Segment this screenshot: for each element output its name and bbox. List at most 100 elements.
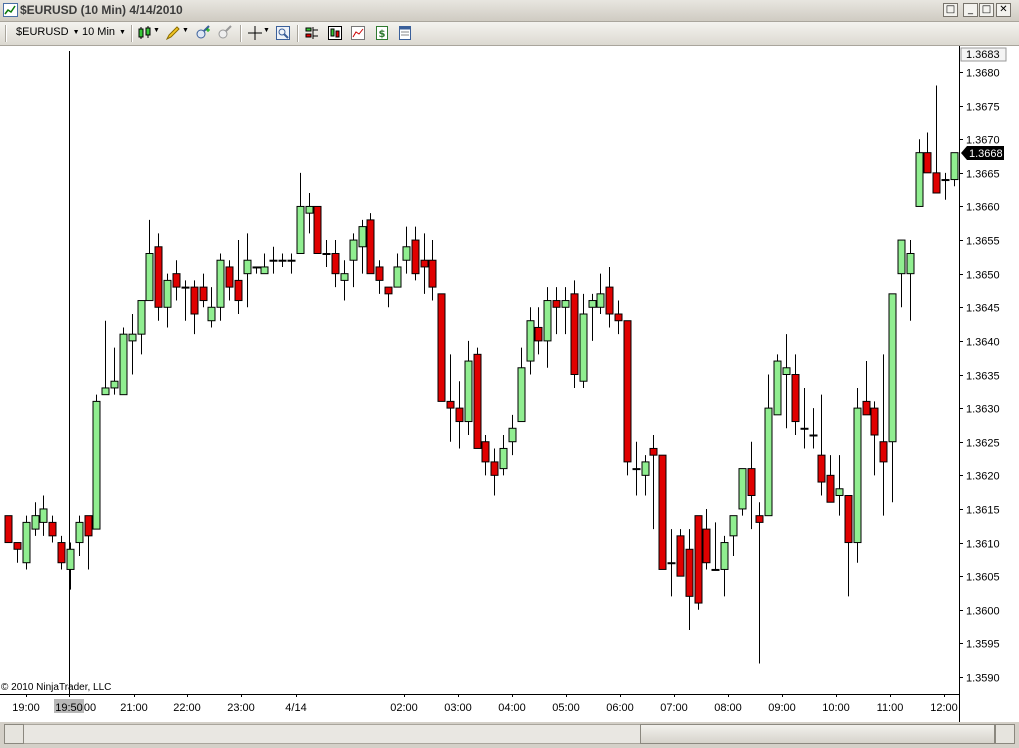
candle-body-down [879,441,888,463]
candle-body-down [48,521,57,537]
toolbar-grip [5,25,7,42]
candle-body-up [145,253,154,302]
restore-button[interactable]: □ [979,3,994,17]
candlestick-style-icon[interactable] [137,25,153,41]
candle-body-down [791,374,800,423]
close-button[interactable]: ✕ [996,3,1011,17]
candle-body-up [782,367,791,375]
strategies-icon[interactable] [327,25,343,41]
time-tick-label: 03:00 [444,702,472,714]
candle-body-down [870,407,879,436]
chevron-down-icon[interactable]: ▼ [182,27,189,34]
candle [366,213,375,275]
time-tick-label: 02:00 [390,702,418,714]
chevron-down-icon[interactable]: ▼ [153,27,160,34]
candle [570,280,579,388]
help-button[interactable]: □ [943,3,958,17]
chevron-down-icon: ▼ [119,29,126,36]
price-tick-label: 1.3595 [966,639,1000,651]
time-tick-label: 11:00 [877,702,904,714]
candle-body-down [234,279,243,302]
candle-body-up [252,266,261,269]
pencil-draw-icon[interactable] [165,25,181,41]
candle-body-down [923,152,932,174]
price-tick-label: 1.3655 [966,236,1000,248]
candle-body-down [13,542,22,550]
dollar-icon[interactable]: $ [374,25,390,41]
candle-body-up [800,427,809,430]
candle-body-down [313,205,322,254]
copyright-notice: © 2010 NinjaTrader, LLC [1,682,112,693]
candle-body-up [773,360,782,416]
zoom-in-icon[interactable] [195,25,211,41]
candle [313,205,322,254]
candle-body-up [358,226,367,248]
chart-panel[interactable]: 1.3590 1.3595 1.3600 1.3605 1.3610 1.3615 1.36… [0,46,1019,722]
candle-body-up [22,521,31,564]
zoom-out-icon[interactable] [217,25,233,41]
top-price-label: 1.3683 [966,49,1000,61]
data-box-icon[interactable] [275,25,291,41]
interval-label: 10 Min [82,26,116,38]
minimize-button[interactable]: _ [963,3,978,17]
price-tick-label: 1.3665 [966,169,1000,181]
instrument-label: $EURUSD [16,26,69,38]
candle-body-down [685,548,694,597]
scroll-thumb[interactable] [640,724,995,744]
price-tick-label: 1.3600 [966,606,1000,618]
candle-body-up [39,508,48,523]
candle [92,394,101,530]
candle-body-up [128,333,137,342]
indicators-icon[interactable] [304,25,320,41]
candle-body-up [92,400,101,530]
candle-body-up [499,447,508,470]
candle-body-up [897,239,906,275]
candle-body-up [632,468,641,471]
candle-body-down [154,246,163,308]
chevron-down-icon[interactable]: ▼ [263,27,270,34]
candle-body-up [517,367,526,423]
candle-body-up [269,259,278,262]
candle-body-up [950,152,959,181]
chevron-down-icon: ▼ [72,29,80,36]
candle-body-up [588,300,597,308]
candle-body-down [481,441,490,463]
toolbar-separator [240,25,242,42]
candle-body-down [384,286,393,295]
candle-body-down [826,474,835,503]
toolbar-separator [297,25,299,42]
crosshair-icon[interactable] [247,25,263,41]
candle-body-down [4,515,13,544]
candle-body-up [296,205,305,254]
candle-body-up [181,286,190,289]
price-tick-label: 1.3620 [966,471,1000,483]
price-tick-label: 1.3630 [966,404,1000,416]
candle-body-up [579,313,588,382]
time-tick-label: 19:50 [55,702,83,714]
time-tick-label: 08:00 [714,702,742,714]
candle-body-down [649,447,658,456]
chart-template-icon[interactable] [350,25,366,41]
time-tick-label: 4/14 [285,702,306,714]
candle-body-down [755,515,764,523]
price-tick-label: 1.3680 [966,68,1000,80]
scroll-left-button[interactable] [4,724,24,744]
candle-body-down [747,468,756,497]
candle-body-down [817,454,826,483]
candle-body-up [163,279,172,308]
interval-selector[interactable]: 10 Min ▼ [82,26,126,38]
candle-body-up [110,380,119,389]
instrument-selector[interactable]: $EURUSD ▼ [16,26,80,38]
candle-body-up [764,407,773,517]
candle-body-down [694,515,703,604]
candle-body-down [172,273,181,288]
properties-icon[interactable] [397,25,413,41]
scroll-right-button[interactable] [995,724,1015,744]
candle-body-up [641,461,650,476]
price-chart[interactable]: 1.3590 1.3595 1.3600 1.3605 1.3610 1.3615 1.36… [0,46,1019,722]
candle-body-down [437,293,446,402]
candle [4,515,13,544]
horizontal-scrollbar[interactable] [0,722,1019,748]
candle-body-up [260,266,269,275]
candle-body-down [455,407,464,423]
